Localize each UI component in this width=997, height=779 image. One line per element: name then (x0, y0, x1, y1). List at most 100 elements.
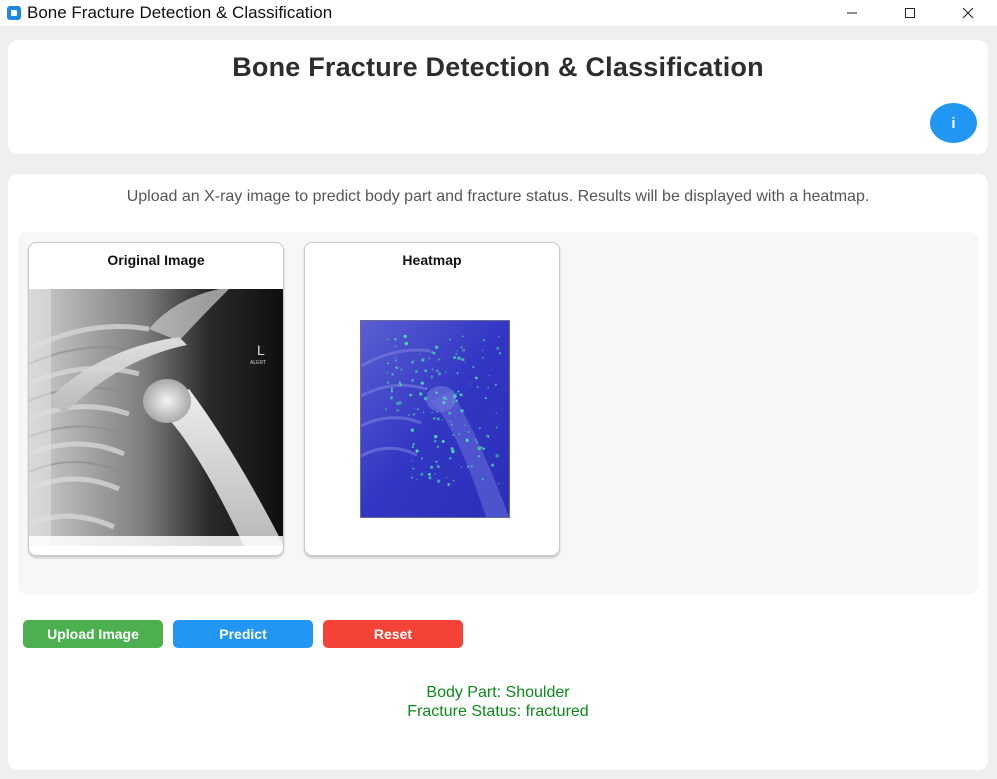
heatmap-hotspot (386, 338, 389, 341)
heatmap-hotspot (424, 369, 428, 373)
svg-text:L: L (257, 342, 265, 358)
heatmap-hotspot (437, 479, 441, 483)
heatmap-hotspot (465, 438, 469, 442)
heatmap-label: Heatmap (402, 252, 462, 268)
heatmap-hotspot (431, 411, 434, 414)
heatmap-hotspot (436, 369, 439, 373)
heatmap-hotspot (412, 413, 416, 416)
predict-button[interactable]: Predict (173, 620, 313, 648)
heatmap-hotspot (384, 407, 388, 411)
heatmap-hotspot (395, 366, 399, 370)
heatmap-hotspot (481, 349, 484, 351)
heatmap-hotspot (390, 390, 394, 393)
body-part-result: Body Part: Shoulder (426, 684, 570, 701)
heatmap-hotspot (455, 392, 457, 395)
heatmap-hotspot (412, 467, 415, 470)
heatmap-hotspot (434, 345, 439, 350)
window-title: Bone Fracture Detection & Classification (27, 3, 333, 22)
heatmap-hotspot (430, 375, 434, 378)
heatmap-hotspot (450, 423, 453, 426)
heatmap-hotspot (437, 372, 442, 376)
close-icon (962, 7, 974, 19)
heatmap-hotspot (423, 396, 428, 401)
fracture-status-result: Fracture Status: fractured (407, 703, 589, 720)
heatmap-hotspot (408, 414, 410, 417)
heatmap-hotspot (477, 446, 481, 451)
heatmap-hotspot (386, 381, 390, 384)
heatmap-hotspot (416, 478, 418, 481)
close-button[interactable] (939, 0, 997, 26)
heatmap-hotspot (466, 465, 470, 468)
main-card: Upload an X-ray image to predict body pa… (8, 174, 988, 770)
original-image-label: Original Image (107, 252, 205, 268)
heatmap-hotspot (472, 366, 475, 369)
heatmap-hotspot (477, 455, 481, 458)
heatmap-hotspot (431, 378, 433, 380)
heatmap-hotspot (436, 417, 441, 421)
heatmap-hotspot (445, 371, 447, 373)
svg-text:ALERT: ALERT (250, 360, 266, 366)
heatmap-hotspot (497, 482, 500, 485)
heatmap-hotspot (481, 478, 484, 481)
heatmap-hotspot (452, 433, 455, 437)
heatmap-hotspot (457, 390, 460, 393)
heatmap-hotspot (456, 350, 459, 352)
heatmap-hotspot (419, 392, 423, 396)
heatmap-hotspot (391, 373, 394, 376)
upload-image-button[interactable]: Upload Image (23, 620, 163, 648)
heatmap-hotspot (387, 362, 390, 365)
heatmap-hotspot (420, 457, 424, 460)
app-icon (7, 6, 21, 20)
heatmap-hotspot (495, 412, 497, 414)
heatmap-hotspot (445, 476, 448, 479)
heatmap-hotspot (413, 407, 416, 410)
original-image-card: Original Image L ALERT (28, 242, 284, 556)
heatmap-hotspot (427, 472, 431, 476)
heatmap-hotspot (397, 409, 400, 412)
heatmap-hotspot (432, 417, 436, 420)
heatmap-hotspot (484, 397, 487, 400)
window-controls (823, 0, 997, 26)
heatmap-hotspot (435, 391, 438, 394)
heatmap-hotspot (436, 417, 438, 420)
heatmap-hotspot (404, 341, 409, 346)
page-title: Bone Fracture Detection & Classification (232, 52, 764, 82)
heatmap-hotspot (486, 434, 489, 438)
heatmap-hotspot (464, 424, 466, 426)
minimize-button[interactable] (823, 0, 881, 26)
heatmap-image (360, 320, 510, 518)
heatmap-hotspot (431, 368, 434, 371)
heatmap-hotspot (459, 393, 463, 397)
heatmap-hotspot (470, 464, 474, 468)
heatmap-hotspot (423, 411, 425, 414)
heatmap-hotspot (482, 447, 485, 450)
heatmap-hotspot (415, 449, 419, 453)
heatmap-hotspot (464, 361, 466, 364)
heatmap-hotspot (487, 386, 490, 389)
heatmap-hotspot (474, 439, 477, 441)
heatmap-hotspot (412, 443, 415, 446)
heatmap-hotspot (390, 387, 393, 390)
maximize-button[interactable] (881, 0, 939, 26)
heatmap-hotspot (447, 483, 451, 486)
heatmap-hotspot (425, 387, 428, 390)
heatmap-hotspot (416, 408, 419, 411)
heatmap-hotspot (395, 409, 398, 411)
heatmap-hotspot (436, 411, 438, 413)
heatmap-hotspot (476, 386, 479, 389)
heatmap-hotspot (455, 399, 458, 402)
original-xray-image: L ALERT (29, 289, 283, 546)
heatmap-hotspot (452, 401, 455, 403)
heatmap-hotspot (432, 351, 436, 355)
heatmap-hotspot (421, 358, 425, 362)
heatmap-hotspot (395, 402, 398, 405)
info-button[interactable]: i (930, 103, 977, 143)
heatmap-hotspot (441, 419, 444, 421)
heatmap-hotspot (433, 434, 438, 439)
heatmap-hotspot (394, 345, 397, 348)
minimize-icon (847, 12, 857, 14)
heatmap-hotspot (456, 372, 459, 375)
heatmap-hotspot (411, 459, 414, 462)
heatmap-hotspot (460, 357, 464, 361)
reset-button[interactable]: Reset (323, 620, 463, 648)
